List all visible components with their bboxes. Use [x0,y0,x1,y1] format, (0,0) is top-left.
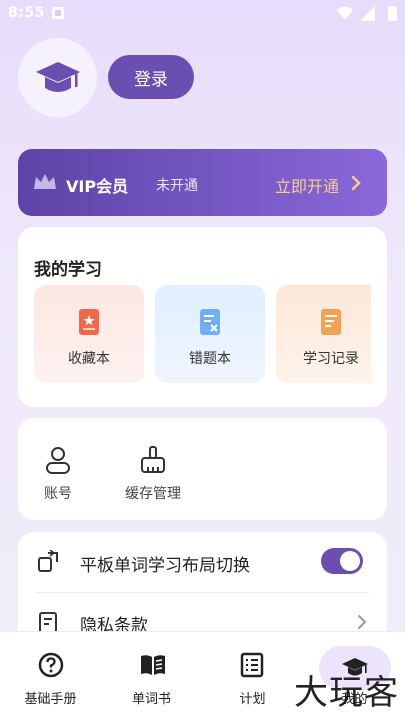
account-icon [46,447,70,474]
layout-switch-label: 平板单词学习布局切换 [80,556,250,576]
account-label: 账号 [44,486,72,502]
study-record-tile[interactable]: 学习记录 [276,285,371,383]
my-study-card: 我的学习 收藏本 错题本 学习记录 [18,227,387,407]
tab-word-book[interactable]: 单词书 [101,632,202,720]
account-item[interactable]: 账号 [13,418,103,520]
watermark: 大玩客 [294,673,399,713]
tools-card: 账号 缓存管理 [18,418,387,520]
wrong-answers-icon [200,309,220,335]
broom-icon [141,446,165,473]
login-button[interactable]: 登录 [108,55,194,99]
favorites-label: 收藏本 [68,351,110,367]
vip-open-link[interactable]: 立即开通 [275,173,339,197]
question-circle-icon [38,652,64,678]
tab-plan-label: 计划 [239,692,266,707]
study-record-icon [321,309,341,335]
wrong-answers-tile[interactable]: 错题本 [155,285,265,383]
bookmark-book-icon [79,309,99,335]
tab-basic-manual-label: 基础手册 [24,692,77,707]
layout-switch-toggle[interactable] [321,548,363,574]
notification-icon [52,7,64,19]
vip-title: VIP会员 [66,177,129,196]
favorites-tile[interactable]: 收藏本 [34,285,144,383]
battery-icon [388,6,397,21]
status-time: 8:55 [8,5,45,21]
tab-basic-manual[interactable]: 基础手册 [0,632,101,720]
study-record-label: 学习记录 [303,351,359,367]
chevron-right-icon [351,175,361,191]
chevron-right-icon [358,615,367,629]
wifi-icon [337,6,353,20]
vip-status: 未开通 [156,178,198,194]
cache-management-item[interactable]: 缓存管理 [108,418,198,520]
cache-management-label: 缓存管理 [125,486,181,502]
graduation-cap-icon [35,61,80,92]
signal-icon [360,6,375,21]
crown-icon [34,174,56,189]
avatar[interactable] [18,38,97,117]
bottom-tab-bar: 基础手册 单词书 计划 我的 大玩客 [0,631,405,720]
layout-switch-icon [38,550,58,572]
plan-list-icon [240,652,264,678]
my-study-row[interactable]: 收藏本 错题本 学习记录 [34,285,371,385]
tab-plan[interactable]: 计划 [202,632,303,720]
layout-switch-row[interactable]: 平板单词学习布局切换 [18,532,387,593]
vip-banner[interactable]: VIP会员 未开通 立即开通 [18,149,387,216]
my-study-heading: 我的学习 [34,260,102,280]
open-book-icon [141,655,165,675]
status-bar: 8:55 [0,0,405,28]
tab-word-book-label: 单词书 [131,692,171,707]
wrong-answers-label: 错题本 [189,351,231,367]
